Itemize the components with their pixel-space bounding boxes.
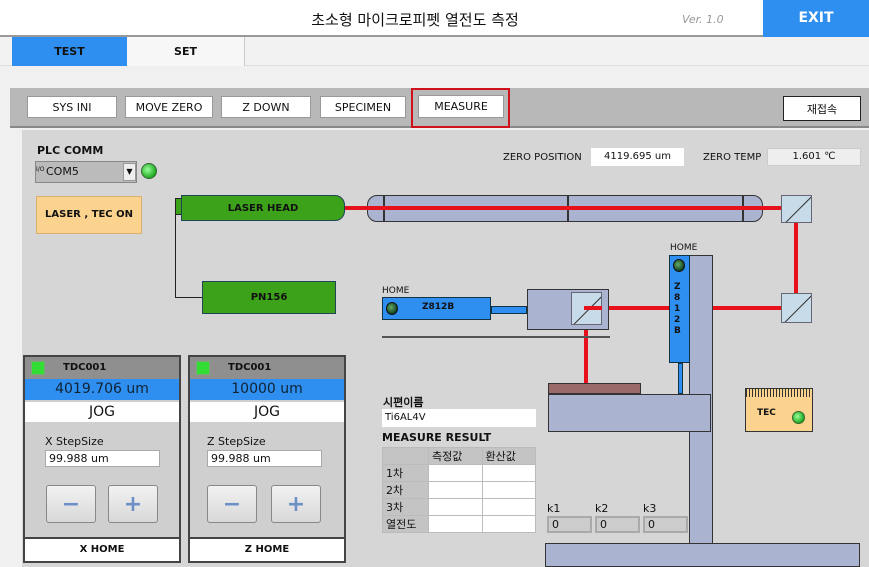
specimen-table	[548, 394, 711, 432]
row-label: 1차	[382, 464, 429, 482]
x-stage-rod	[491, 306, 527, 314]
k2-label: k2	[595, 502, 609, 515]
table-row: 2차	[382, 481, 536, 499]
tec-led	[792, 411, 805, 424]
z-down-button[interactable]: Z DOWN	[221, 96, 311, 118]
x-stepsize-label: X StepSize	[45, 435, 104, 448]
mirror-prism	[781, 195, 812, 223]
x-home-label: HOME	[382, 286, 410, 296]
x-panel-header: TDC001	[25, 357, 179, 379]
cell	[428, 515, 483, 533]
status-led	[31, 361, 45, 375]
plc-status-led	[141, 163, 157, 179]
zero-position-label: ZERO POSITION	[503, 152, 582, 163]
z-home-led	[673, 259, 685, 272]
zero-position-value: 4119.695 um	[591, 148, 684, 166]
z-jog-label: JOG	[190, 402, 344, 422]
com-port-value: COM5	[46, 165, 79, 178]
pn156-detector: PN156	[202, 281, 336, 314]
x-plus-button[interactable]: +	[108, 485, 158, 523]
sys-ini-button[interactable]: SYS INI	[27, 96, 117, 118]
x-home-button[interactable]: X HOME	[25, 537, 179, 561]
x-position-value: 4019.706 um	[25, 379, 179, 400]
cell	[481, 481, 536, 499]
x-jog-label: JOG	[25, 402, 179, 422]
table-row: 열전도	[382, 515, 536, 533]
z-controller-title: TDC001	[228, 362, 272, 373]
k1-label: k1	[547, 502, 561, 515]
rail-line	[382, 336, 610, 338]
x-stepsize-input[interactable]: 99.988 um	[45, 450, 160, 467]
status-led	[196, 361, 210, 375]
specimen-name-label: 시편이름	[383, 396, 424, 409]
specimen-name-input[interactable]: Ti6AL4V	[382, 409, 536, 427]
laser-beam	[345, 206, 798, 210]
measure-result-title: MEASURE RESULT	[382, 431, 492, 444]
tab-test[interactable]: TEST	[12, 37, 127, 66]
laser-tec-on-button[interactable]: LASER , TEC ON	[36, 196, 142, 234]
k2-value: 0	[595, 516, 640, 533]
z-minus-button[interactable]: −	[207, 485, 257, 523]
row-label: 열전도	[382, 515, 429, 533]
x-stage-label: Z812B	[422, 302, 455, 312]
z-home-label: HOME	[670, 243, 698, 253]
row-label: 3차	[382, 498, 429, 516]
cell	[481, 464, 536, 482]
specimen-button[interactable]: SPECIMEN	[320, 96, 406, 118]
z-stepsize-label: Z StepSize	[207, 435, 266, 448]
z-stage-label: Z812B	[674, 282, 681, 336]
k3-label: k3	[643, 502, 657, 515]
laser-head: LASER HEAD	[181, 195, 345, 221]
x-home-led	[386, 302, 398, 315]
z-panel-header: TDC001	[190, 357, 344, 379]
header-cell: 측정값	[428, 447, 483, 465]
z-position-value: 10000 um	[190, 379, 344, 400]
cell	[428, 464, 483, 482]
table-row: 1차	[382, 464, 536, 482]
base-plate	[545, 543, 860, 567]
zero-temp-value: 1.601 ℃	[767, 148, 861, 166]
header-cell	[382, 447, 429, 465]
io-icon: I/O	[36, 166, 45, 173]
reconnect-button[interactable]: 재접속	[783, 96, 861, 121]
tec-unit	[745, 388, 813, 432]
z-plus-button[interactable]: +	[271, 485, 321, 523]
tab-set[interactable]: SET	[127, 37, 245, 66]
header-cell: 환산값	[481, 447, 536, 465]
cell	[481, 515, 536, 533]
x-controller-title: TDC001	[63, 362, 107, 373]
measure-button[interactable]: MEASURE	[418, 95, 504, 118]
plc-comm-label: PLC COMM	[37, 144, 104, 157]
tec-label: TEC	[757, 408, 776, 418]
version-label: Ver. 1.0	[682, 13, 724, 26]
app-title: 초소형 마이크로피펫 열전도 측정	[311, 11, 519, 29]
x-axis-panel: TDC001 4019.706 um JOG X StepSize 99.988…	[23, 355, 181, 563]
table-row: 3차	[382, 498, 536, 516]
mirror-prism	[781, 293, 812, 323]
exit-button[interactable]: EXIT	[763, 0, 869, 37]
z-home-button[interactable]: Z HOME	[190, 537, 344, 561]
chevron-down-icon[interactable]: ▼	[123, 163, 136, 181]
k3-value: 0	[643, 516, 688, 533]
k1-value: 0	[547, 516, 592, 533]
table-header: 측정값 환산값	[382, 447, 536, 465]
z-stepsize-input[interactable]: 99.988 um	[207, 450, 322, 467]
cell	[481, 498, 536, 516]
z-rod	[678, 363, 683, 394]
specimen-block	[548, 383, 641, 394]
cell	[428, 481, 483, 499]
result-table: 측정값 환산값 1차 2차 3차 열전도	[382, 447, 536, 533]
zero-temp-label: ZERO TEMP	[703, 152, 762, 163]
com-port-select[interactable]: I/O COM5 ▼	[35, 161, 137, 183]
row-label: 2차	[382, 481, 429, 499]
laser-beam	[584, 306, 602, 310]
cell	[428, 498, 483, 516]
move-zero-button[interactable]: MOVE ZERO	[125, 96, 213, 118]
z-axis-panel: TDC001 10000 um JOG Z StepSize 99.988 um…	[188, 355, 346, 563]
x-minus-button[interactable]: −	[46, 485, 96, 523]
